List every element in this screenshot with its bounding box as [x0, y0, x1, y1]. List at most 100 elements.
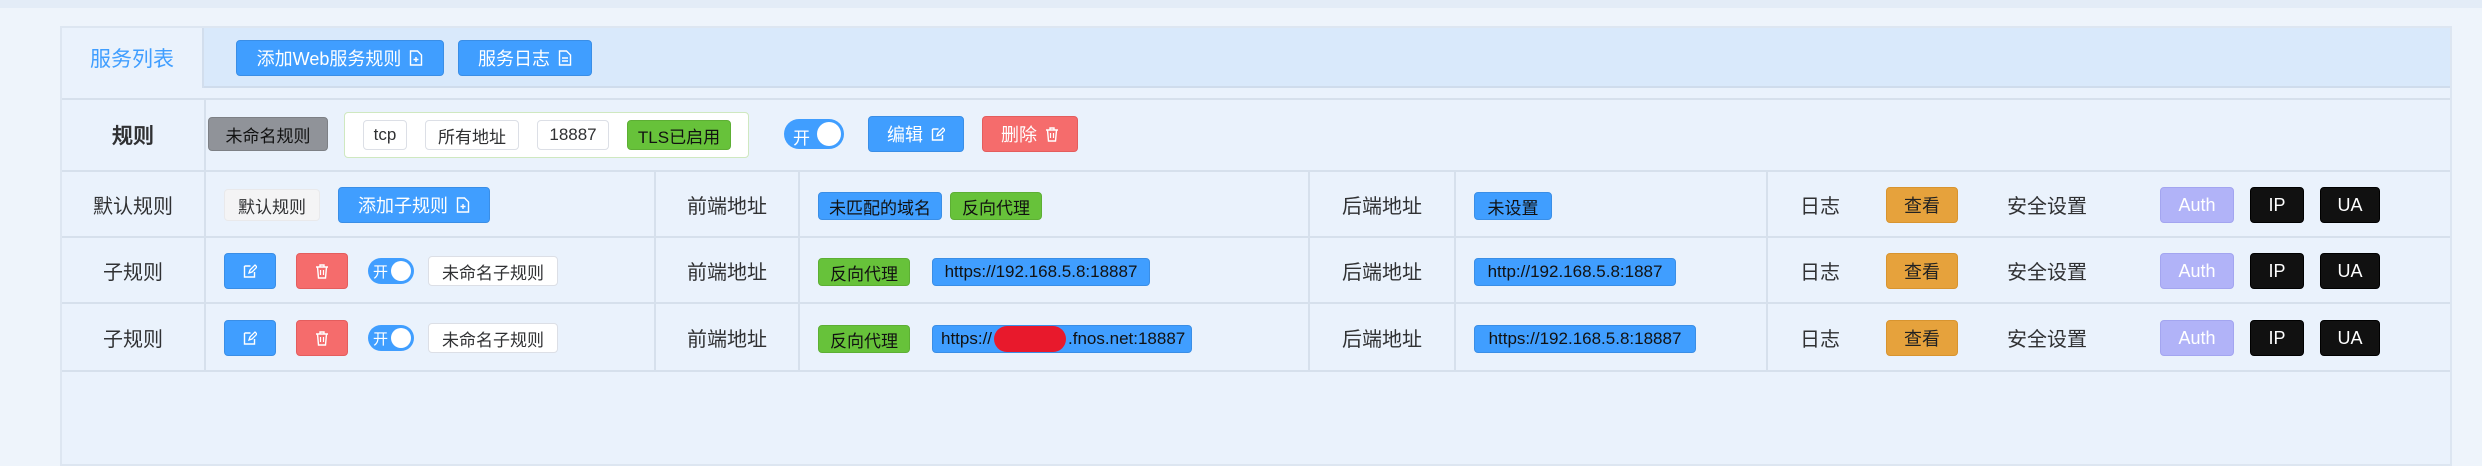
- service-log-label: 服务日志: [478, 49, 550, 69]
- protocol-tag: tcp: [363, 120, 407, 150]
- edit-sub-rule-button[interactable]: [224, 253, 276, 289]
- trash-icon: [315, 263, 329, 279]
- log-label: 日志: [1800, 261, 1840, 284]
- sub-rule-row: 子规则 开 未命名子规则: [62, 304, 2450, 372]
- delete-sub-rule-button[interactable]: [296, 320, 348, 356]
- redaction-mark: [994, 326, 1067, 352]
- switch-knob: [391, 261, 411, 281]
- backend-cell: https://192.168.5.8:18887: [1456, 304, 1768, 370]
- view-log-button[interactable]: 查看: [1886, 320, 1958, 356]
- auth-button[interactable]: Auth: [2160, 320, 2234, 356]
- frontend-cell: 反向代理 https://192.168.5.8:18887: [800, 238, 1310, 302]
- reverse-proxy-tag: 反向代理: [818, 325, 910, 353]
- add-sub-label: 添加子规则: [358, 196, 448, 216]
- sub-rule-toggle-switch[interactable]: 开: [368, 258, 414, 284]
- row-label: 默认规则: [93, 195, 173, 218]
- backend-unset-tag: 未设置: [1474, 192, 1552, 220]
- frontend-cell: 反向代理 https:// .fnos.net:18887: [800, 304, 1310, 370]
- rule-actions-cell: 默认规则 添加子规则: [206, 172, 656, 236]
- rule-name-tag: 未命名规则: [208, 117, 328, 151]
- backend-url-tag: https://192.168.5.8:18887: [1474, 325, 1696, 353]
- frontend-cell: 未匹配的域名 反向代理: [800, 172, 1310, 236]
- frontend-label-cell: 前端地址: [656, 304, 800, 370]
- frontend-url-prefix: https://: [941, 329, 993, 348]
- delete-rule-button[interactable]: 删除: [982, 116, 1078, 152]
- frontend-label: 前端地址: [687, 328, 767, 351]
- frontend-label-cell: 前端地址: [656, 172, 800, 236]
- ua-button[interactable]: UA: [2320, 320, 2380, 356]
- document-add-icon: [456, 197, 470, 213]
- trash-icon: [1045, 126, 1059, 142]
- backend-label: 后端地址: [1342, 328, 1422, 351]
- tab-service-list[interactable]: 服务列表: [62, 28, 204, 88]
- port-tag: 18887: [537, 120, 609, 150]
- edit-icon: [931, 126, 945, 142]
- switch-knob: [391, 328, 411, 348]
- rule-actions-cell: 开 未命名子规则: [206, 238, 656, 302]
- frontend-label: 前端地址: [687, 261, 767, 284]
- default-rule-row: 默认规则 默认规则 添加子规则 前端地址 未匹配的域名 反向代理 后端地址 未设…: [62, 172, 2450, 238]
- rule-actions-cell: 开 未命名子规则: [206, 304, 656, 370]
- row-label: 子规则: [103, 328, 163, 351]
- log-label: 日志: [1800, 195, 1840, 218]
- document-icon: [558, 50, 572, 66]
- sub-rule-name-tag: 未命名子规则: [428, 256, 558, 286]
- service-log-button[interactable]: 服务日志: [458, 40, 592, 76]
- ip-button[interactable]: IP: [2250, 253, 2304, 289]
- sub-rule-toggle-switch[interactable]: 开: [368, 325, 414, 351]
- tls-tag: TLS已启用: [627, 120, 731, 150]
- log-label: 日志: [1800, 328, 1840, 351]
- ua-button[interactable]: UA: [2320, 253, 2380, 289]
- backend-label-cell: 后端地址: [1310, 304, 1456, 370]
- add-web-rule-button[interactable]: 添加Web服务规则: [236, 40, 444, 76]
- ua-button[interactable]: UA: [2320, 187, 2380, 223]
- rule-toggle-switch[interactable]: 开: [784, 119, 844, 149]
- add-web-rule-label: 添加Web服务规则: [256, 49, 402, 69]
- add-sub-rule-button[interactable]: 添加子规则: [338, 187, 490, 223]
- frontend-label-cell: 前端地址: [656, 238, 800, 302]
- backend-cell: 未设置: [1456, 172, 1768, 236]
- reverse-proxy-tag: 反向代理: [950, 192, 1042, 220]
- edit-icon: [243, 330, 257, 346]
- backend-cell: http://192.168.5.8:1887: [1456, 238, 1768, 302]
- rule-header: 规则: [62, 100, 206, 170]
- trash-icon: [315, 330, 329, 346]
- service-panel: 服务列表 添加Web服务规则 服务日志 规则 未命名规则 tcp 所有地址 18…: [60, 26, 2452, 466]
- security-label: 安全设置: [2007, 328, 2087, 351]
- document-add-icon: [409, 50, 423, 66]
- frontend-url-suffix: .fnos.net:18887: [1068, 329, 1186, 348]
- default-rule-name-tag: 默认规则: [224, 189, 320, 221]
- ip-button[interactable]: IP: [2250, 187, 2304, 223]
- sub-rule-name-tag: 未命名子规则: [428, 323, 558, 353]
- security-label: 安全设置: [2007, 195, 2087, 218]
- edit-icon: [243, 263, 257, 279]
- delete-sub-rule-button[interactable]: [296, 253, 348, 289]
- backend-label-cell: 后端地址: [1310, 238, 1456, 302]
- view-log-button[interactable]: 查看: [1886, 253, 1958, 289]
- frontend-url-tag: https://192.168.5.8:18887: [932, 258, 1150, 286]
- ip-button[interactable]: IP: [2250, 320, 2304, 356]
- frontend-url-tag: https:// .fnos.net:18887: [932, 325, 1192, 353]
- backend-label: 后端地址: [1342, 261, 1422, 284]
- auth-button[interactable]: Auth: [2160, 187, 2234, 223]
- edit-rule-button[interactable]: 编辑: [868, 116, 964, 152]
- rule-info-box: tcp 所有地址 18887 TLS已启用: [344, 112, 749, 158]
- auth-button[interactable]: Auth: [2160, 253, 2234, 289]
- edit-sub-rule-button[interactable]: [224, 320, 276, 356]
- security-label: 安全设置: [2007, 261, 2087, 284]
- edit-label: 编辑: [887, 125, 923, 145]
- unmatched-domain-tag: 未匹配的域名: [818, 192, 942, 220]
- row-label-cell: 子规则: [62, 304, 206, 370]
- backend-url-tag: http://192.168.5.8:1887: [1474, 258, 1676, 286]
- rule-bar: 规则 未命名规则 tcp 所有地址 18887 TLS已启用 开 编辑 删除: [62, 98, 2450, 172]
- switch-knob: [817, 122, 841, 146]
- tab-bar: 服务列表 添加Web服务规则 服务日志: [62, 28, 2450, 88]
- row-label-cell: 子规则: [62, 238, 206, 302]
- switch-label: 开: [373, 331, 389, 348]
- reverse-proxy-tag: 反向代理: [818, 258, 910, 286]
- sub-rule-row: 子规则 开 未命名子规则: [62, 238, 2450, 304]
- view-log-button[interactable]: 查看: [1886, 187, 1958, 223]
- backend-label: 后端地址: [1342, 195, 1422, 218]
- switch-label: 开: [373, 264, 389, 281]
- top-strip: [0, 0, 2482, 8]
